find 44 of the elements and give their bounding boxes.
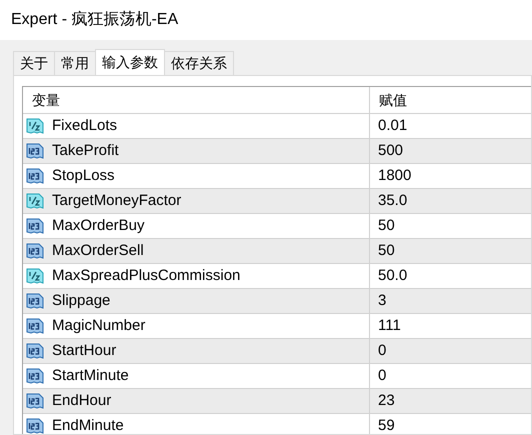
- parameter-name: EndHour: [52, 390, 112, 411]
- parameter-name: MaxOrderSell: [52, 240, 144, 261]
- integer-type-icon: [26, 417, 44, 434]
- parameter-name: StartMinute: [52, 366, 129, 386]
- fraction-type-icon: [26, 267, 44, 285]
- parameter-name: MaxSpreadPlusCommission: [52, 266, 240, 286]
- parameter-value: 0: [377, 366, 388, 386]
- parameter-value: 3: [377, 290, 388, 311]
- integer-type-icon: [26, 392, 44, 410]
- parameter-value: 111: [377, 316, 402, 336]
- parameter-value: 50: [377, 216, 396, 236]
- integer-type-icon: [26, 217, 44, 235]
- integer-type-icon: [26, 367, 44, 385]
- tab[interactable]: 依存关系: [164, 51, 234, 75]
- column-header[interactable]: 赋值: [370, 87, 531, 113]
- integer-type-icon: [26, 292, 44, 310]
- fraction-type-icon: [26, 117, 44, 135]
- integer-type-icon: [26, 167, 44, 185]
- parameter-name: TakeProfit: [52, 140, 119, 161]
- parameter-value: 0.01: [377, 116, 408, 136]
- parameter-value: 0: [377, 340, 388, 361]
- parameter-name: StartHour: [52, 340, 116, 361]
- integer-type-icon: [26, 317, 44, 335]
- parameter-name: FixedLots: [52, 116, 118, 136]
- tab[interactable]: 关于: [13, 51, 55, 75]
- parameter-value: 35.0: [377, 190, 408, 211]
- tab[interactable]: 输入参数: [95, 49, 165, 75]
- parameter-name: MaxOrderBuy: [52, 216, 145, 236]
- parameter-name: MagicNumber: [52, 316, 146, 336]
- parameter-value: 59: [377, 416, 396, 434]
- parameter-name: StopLoss: [52, 166, 115, 186]
- integer-type-icon: [26, 242, 44, 260]
- parameter-value: 50.0: [377, 266, 408, 286]
- parameter-value: 50: [377, 240, 396, 261]
- integer-type-icon: [26, 142, 44, 160]
- parameter-value: 23: [377, 390, 396, 411]
- fraction-type-icon: [26, 192, 44, 210]
- integer-type-icon: [26, 342, 44, 360]
- parameter-name: TargetMoneyFactor: [52, 190, 182, 211]
- parameter-value: 500: [377, 140, 404, 161]
- parameter-value: 1800: [377, 166, 412, 186]
- parameter-name: EndMinute: [52, 416, 124, 434]
- window-title: Expert - 疯狂振荡机-EA: [11, 10, 178, 30]
- parameter-name: Slippage: [52, 290, 110, 311]
